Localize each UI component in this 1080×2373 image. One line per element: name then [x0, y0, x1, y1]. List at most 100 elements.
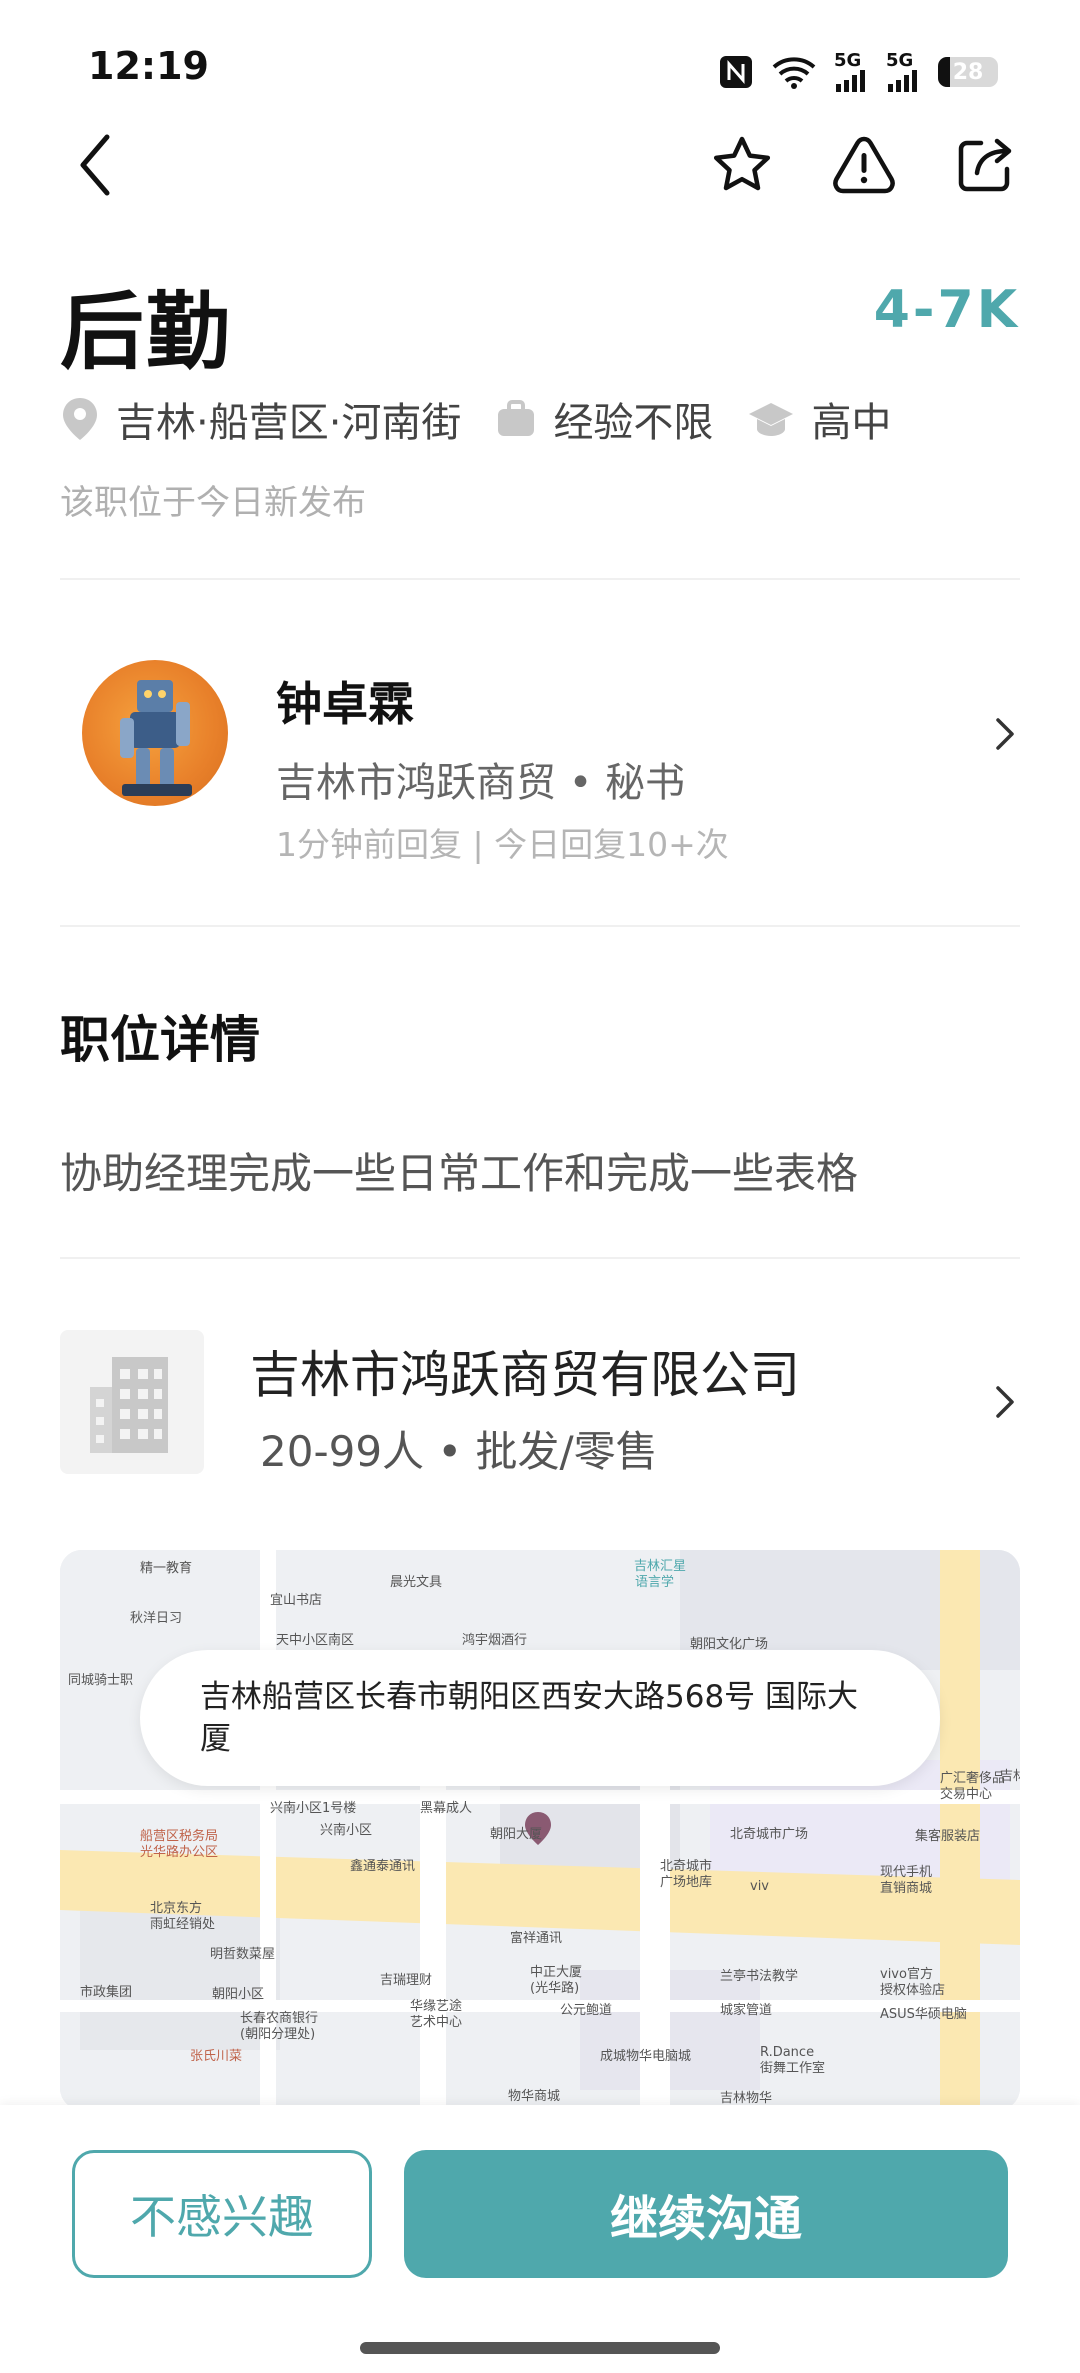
cellular-signal-2: 5G: [886, 52, 920, 92]
map-address-bubble: 吉林船营区长春市朝阳区西安大路568号 国际大厦: [140, 1650, 940, 1786]
continue-chat-button[interactable]: 继续沟通: [404, 2150, 1008, 2278]
svg-text:语言学: 语言学: [635, 1574, 674, 1590]
svg-text:鑫通泰通讯: 鑫通泰通讯: [350, 1858, 415, 1874]
svg-text:物华商城: 物华商城: [508, 2089, 560, 2104]
svg-text:现代手机: 现代手机: [880, 1865, 932, 1880]
battery-icon: 28: [938, 57, 998, 87]
svg-text:兰亭书法教学: 兰亭书法教学: [720, 1968, 798, 1984]
signal-bars-icon: [836, 70, 865, 92]
share-button[interactable]: [950, 130, 1020, 200]
svg-text:北京东方: 北京东方: [150, 1900, 202, 1916]
svg-text:光华路办公区: 光华路办公区: [140, 1844, 218, 1860]
svg-text:吉林大街: 吉林大街: [1000, 1769, 1020, 1784]
svg-text:吉瑞理财: 吉瑞理财: [380, 1973, 432, 1988]
map-canvas: 精一教育 晨光文具 吉林汇星 语言学 宜山书店 秋洋日习 天中小区南区 鸿宇烟酒…: [60, 1550, 1020, 2110]
job-education: 高中: [747, 390, 891, 448]
warning-icon: [833, 136, 895, 194]
svg-text:广场地库: 广场地库: [660, 1874, 712, 1890]
publish-note: 该职位于今日新发布: [60, 483, 366, 523]
back-button[interactable]: [60, 130, 130, 200]
star-icon: [713, 136, 771, 191]
company-name: 吉林市鸿跃商贸有限公司: [250, 1346, 800, 1404]
home-indicator[interactable]: [360, 2342, 720, 2354]
job-meta-row: 吉林·船营区·河南街 经验不限 高中: [60, 390, 925, 448]
chevron-right-icon: [996, 718, 1014, 750]
cellular-signal-1: 5G: [834, 52, 868, 92]
chevron-right-icon: [996, 1386, 1014, 1418]
svg-text:交易中心: 交易中心: [940, 1786, 992, 1802]
svg-text:朝阳小区: 朝阳小区: [212, 1987, 264, 2002]
graduation-cap-icon: [749, 403, 794, 436]
recruiter-card[interactable]: 钟卓霖 吉林市鸿跃商贸 • 秘书 1分钟前回复 | 今日回复10+次: [60, 640, 1020, 864]
svg-text:晨光文具: 晨光文具: [390, 1575, 442, 1590]
svg-text:张氏川菜: 张氏川菜: [190, 2049, 242, 2064]
svg-text:市政集团: 市政集团: [80, 1984, 132, 2000]
briefcase-icon: [498, 400, 535, 436]
svg-text:直销商城: 直销商城: [880, 1881, 932, 1896]
job-location: 吉林·船营区·河南街: [60, 390, 461, 448]
svg-text:吉林物华: 吉林物华: [720, 2091, 772, 2106]
location-pin-icon: [63, 398, 97, 440]
location-text: 吉林·船营区·河南街: [116, 400, 462, 446]
svg-text:viv: viv: [750, 1879, 769, 1894]
svg-text:街舞工作室: 街舞工作室: [760, 2060, 825, 2076]
svg-text:广汇奢侈品: 广汇奢侈品: [940, 1771, 1005, 1786]
nfc-icon: [720, 56, 752, 88]
svg-text:鸿宇烟酒行: 鸿宇烟酒行: [462, 1632, 527, 1648]
divider: [60, 578, 1020, 580]
status-time: 12:19: [88, 44, 209, 88]
svg-text:艺术中心: 艺术中心: [410, 2015, 462, 2030]
svg-text:(朝阳分理处): (朝阳分理处): [240, 2027, 315, 2042]
status-icons: 5G 5G 28: [718, 50, 998, 94]
svg-text:天中小区南区: 天中小区南区: [276, 1632, 354, 1648]
svg-text:吉林汇星: 吉林汇星: [634, 1559, 686, 1574]
svg-text:秋洋日习: 秋洋日习: [130, 1611, 182, 1626]
experience-text: 经验不限: [553, 400, 714, 446]
svg-text:城家管道: 城家管道: [720, 2002, 772, 2018]
wifi-icon: [772, 57, 816, 89]
svg-text:vivo官方: vivo官方: [880, 1966, 933, 1982]
svg-text:明哲数菜屋: 明哲数菜屋: [210, 1947, 275, 1962]
job-description: 协助经理完成一些日常工作和完成一些表格: [60, 1149, 859, 1198]
svg-text:公元鲍道: 公元鲍道: [560, 2003, 612, 2018]
svg-text:长春农商银行: 长春农商银行: [240, 2011, 318, 2026]
svg-text:富祥通讯: 富祥通讯: [510, 1930, 562, 1946]
svg-text:精一教育: 精一教育: [140, 1560, 192, 1576]
svg-text:成城物华电脑城: 成城物华电脑城: [600, 2049, 691, 2064]
svg-text:北奇城市: 北奇城市: [660, 1858, 712, 1874]
svg-text:船营区税务局: 船营区税务局: [140, 1828, 218, 1844]
svg-text:(光华路): (光华路): [530, 1980, 579, 1996]
recruiter-reply-stats: 1分钟前回复 | 今日回复10+次: [276, 825, 729, 864]
svg-text:同城骑士职: 同城骑士职: [68, 1673, 133, 1688]
svg-text:ASUS华硕电脑: ASUS华硕电脑: [880, 2007, 967, 2022]
company-meta: 20-99人 • 批发/零售: [260, 1427, 658, 1476]
svg-text:兴南小区1号楼: 兴南小区1号楼: [270, 1800, 356, 1816]
svg-text:雨虹经销处: 雨虹经销处: [150, 1917, 215, 1932]
job-experience: 经验不限: [495, 390, 713, 448]
location-map[interactable]: 精一教育 晨光文具 吉林汇星 语言学 宜山书店 秋洋日习 天中小区南区 鸿宇烟酒…: [60, 1550, 1020, 2110]
avatar-robot-image: [120, 680, 192, 796]
company-logo: [60, 1330, 204, 1474]
back-arrow-icon: [80, 134, 110, 196]
battery-level: 28: [952, 59, 984, 85]
network-type-label: 5G: [834, 50, 862, 71]
not-interested-button[interactable]: 不感兴趣: [72, 2150, 372, 2278]
avatar[interactable]: [82, 660, 228, 806]
report-button[interactable]: [829, 130, 899, 200]
svg-text:R.Dance: R.Dance: [760, 2045, 814, 2060]
job-details-heading: 职位详情: [60, 1011, 260, 1069]
divider: [60, 925, 1020, 927]
share-icon: [958, 138, 1012, 192]
svg-text:集客服装店: 集客服装店: [915, 1828, 980, 1844]
network-type-label: 5G: [886, 50, 914, 71]
svg-text:黑幕成人: 黑幕成人: [420, 1801, 472, 1816]
recruiter-company-role: 吉林市鸿跃商贸 • 秘书: [276, 760, 686, 806]
signal-bars-icon: [888, 70, 917, 92]
svg-text:北奇城市广场: 北奇城市广场: [730, 1826, 808, 1842]
svg-text:授权体验店: 授权体验店: [880, 1982, 945, 1998]
svg-text:朝阳大厦: 朝阳大厦: [490, 1827, 542, 1842]
job-title: 后勤: [60, 283, 233, 381]
education-text: 高中: [811, 400, 892, 446]
favorite-button[interactable]: [707, 130, 777, 200]
svg-text:中正大厦: 中正大厦: [530, 1965, 582, 1980]
